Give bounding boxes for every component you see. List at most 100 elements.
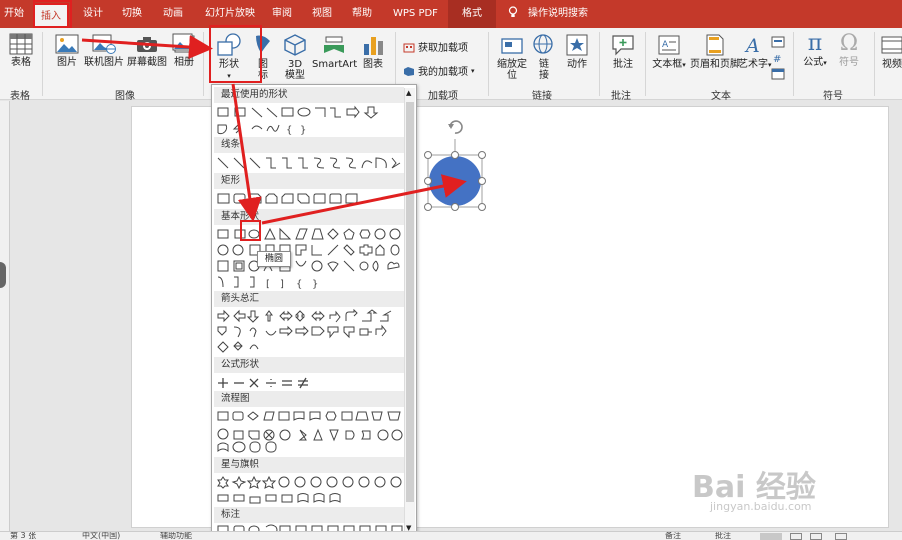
panel-collapse-handle[interactable] [0,262,6,288]
action-button[interactable]: 动作 [563,33,591,70]
svg-text:}: } [312,279,318,290]
3d-model-button[interactable]: 3D 模型 [281,33,309,81]
table-button[interactable]: 表格 [6,33,36,68]
tab-view[interactable]: 视图 [312,0,332,28]
tab-bar: 开始 插入 设计 切换 动画 幻灯片放映 审阅 视图 帮助 WPS PDF 格式… [0,0,902,28]
zoom-label-top: 缩放定 [497,59,527,70]
section-equation: 公式形状 [214,357,404,373]
rotate-handle-icon[interactable] [448,120,463,134]
wordart-button[interactable]: A 艺术字▾ [738,33,772,71]
tab-design[interactable]: 设计 [83,0,103,28]
status-accessibility[interactable]: 辅助功能 [160,532,192,540]
get-addins-button[interactable]: 获取加载项 [403,39,468,54]
highlight-ellipse-shape [240,220,261,241]
section-recent: 最近使用的形状 [214,87,404,103]
chart-label: 图表 [363,59,383,70]
group-addins: 加载项 [428,91,458,102]
svg-text:{: { [296,279,302,290]
tab-review[interactable]: 审阅 [272,0,292,28]
equation-shapes-row[interactable] [216,375,404,391]
section-flowchart: 流程图 [214,391,404,407]
recent-shapes-row[interactable]: {} [216,105,404,137]
ellipse-tooltip: 椭圆 [257,251,291,267]
symbol-button[interactable]: Ω 符号 [834,31,864,68]
section-arrows: 箭头总汇 [214,291,404,307]
store-icon [403,43,415,52]
status-notes[interactable]: 备注 [665,532,681,540]
star-action-icon [566,34,588,56]
chart-button[interactable]: 图表 [359,33,387,70]
smartart-label: SmartArt [312,59,358,70]
reading-view-icon[interactable] [810,533,822,540]
get-addins-label: 获取加载项 [418,43,468,54]
gallery-scrollbar[interactable]: ▲ ▼ [404,88,415,534]
video-button[interactable]: 视频 [878,33,902,70]
action-label: 动作 [567,59,587,70]
header-footer-icon [706,34,724,56]
selected-ellipse-shape[interactable] [427,139,483,208]
header-footer-button[interactable]: 页眉和页脚 [690,33,740,70]
link-button[interactable]: 链接 [531,33,557,81]
textbox-button[interactable]: A 文本框▾ [652,33,686,71]
status-language[interactable]: 中文(中国) [82,532,120,540]
tab-slideshow[interactable]: 幻灯片放映 [205,0,255,28]
scroll-thumb[interactable] [406,102,414,502]
video-icon [881,36,902,54]
equation-button[interactable]: π 公式▾ [800,31,830,69]
album-button[interactable]: 相册 [170,33,198,68]
picture-label: 图片 [57,57,77,68]
my-addins-button[interactable]: 我的加载项 ▾ [403,63,475,78]
group-images: 图像 [115,91,135,102]
smartart-button[interactable]: SmartArt [312,33,358,70]
comment-icon [612,35,634,56]
screenshot-label: 屏幕截图 [127,57,167,68]
online-picture-label: 联机图片 [84,57,124,68]
tab-animations[interactable]: 动画 [163,0,183,28]
group-text: 文本 [711,91,731,102]
picture-button[interactable]: 图片 [52,33,82,68]
tab-help[interactable]: 帮助 [352,0,372,28]
symbol-label: 符号 [839,57,859,68]
highlight-insert-tab [33,0,72,28]
textbox-icon: A [658,35,680,55]
album-icon [172,33,195,53]
normal-view-icon[interactable] [760,533,782,540]
header-footer-label: 页眉和页脚 [690,59,740,70]
flowchart-shapes-row-2[interactable] [216,439,404,455]
slide-thumbnail-panel[interactable] [0,101,10,531]
globe-link-icon [533,34,553,54]
tab-transitions[interactable]: 切换 [122,0,142,28]
album-label: 相册 [174,57,194,68]
tab-home[interactable]: 开始 [4,0,24,28]
tab-wps-pdf[interactable]: WPS PDF [393,0,438,28]
chart-icon [364,37,383,55]
baidu-watermark-url: jingyan.baidu.com [710,500,812,513]
svg-text:{: { [286,125,292,136]
online-picture-button[interactable]: 联机图片 [84,33,124,68]
group-symbols: 符号 [823,91,843,102]
scroll-up-icon[interactable]: ▲ [406,89,411,97]
section-stars: 星与旗帜 [214,457,404,473]
tab-format[interactable]: 格式 [448,0,496,28]
block-arrows-grid[interactable] [216,309,404,359]
link-label-top: 链 [539,59,549,70]
group-links: 链接 [532,91,552,102]
online-picture-icon [92,34,116,54]
section-lines: 线条 [214,137,404,153]
status-comments[interactable]: 批注 [715,532,731,540]
lightbulb-icon [508,0,518,28]
addin-icon [404,66,414,76]
sorter-view-icon[interactable] [790,533,802,540]
lines-row[interactable] [216,155,404,171]
tell-me-search[interactable]: 操作说明搜索 [528,0,588,28]
stars-banners-grid[interactable] [216,475,404,505]
zoom-button[interactable]: 缩放定位 [495,33,529,81]
shapes-gallery: 最近使用的形状 {} 线条 矩形 基本形状 []{} 箭头总汇 公式形状 流程图… [211,84,417,536]
slideshow-view-icon[interactable] [835,533,847,540]
pi-icon: π [807,31,823,56]
rectangles-row[interactable] [216,191,404,207]
comment-button[interactable]: 批注 [607,33,639,70]
camera-icon [137,37,157,52]
zoom-label-bottom: 位 [507,70,517,81]
screenshot-button[interactable]: 屏幕截图 [126,33,168,68]
